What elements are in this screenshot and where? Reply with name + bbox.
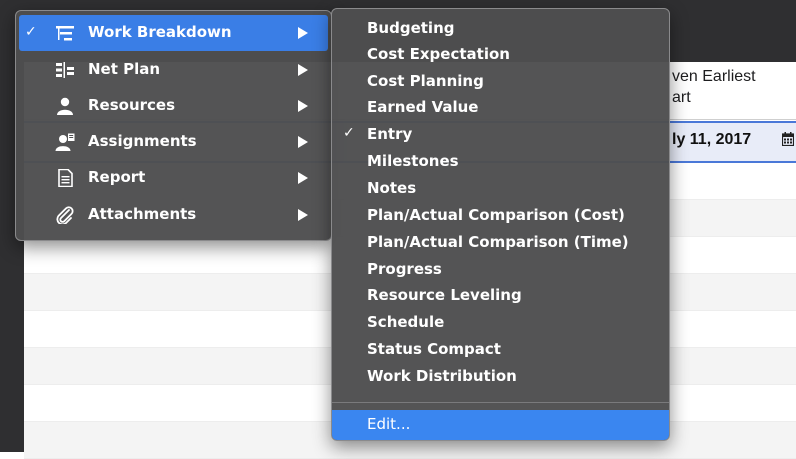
menu-item-net-plan[interactable]: Net Plan bbox=[19, 52, 328, 88]
menu-item-label: Attachments bbox=[88, 205, 197, 223]
submenu-item-label: Edit... bbox=[367, 415, 411, 433]
work-breakdown-submenu: Budgeting Cost Expectation Cost Planning… bbox=[331, 8, 670, 441]
assignment-person-icon bbox=[55, 133, 75, 151]
submenu-item-progress[interactable]: Progress bbox=[335, 257, 666, 283]
submenu-item-earned-value[interactable]: Earned Value bbox=[335, 95, 666, 121]
submenu-item-milestones[interactable]: Milestones bbox=[335, 149, 666, 175]
column-header-earliest-start[interactable]: ven Earliest art bbox=[672, 66, 796, 108]
submenu-item-label: Budgeting bbox=[367, 19, 455, 37]
menu-item-label: Report bbox=[88, 168, 146, 186]
work-breakdown-icon bbox=[56, 26, 74, 41]
submenu-item-plan-actual-time[interactable]: Plan/Actual Comparison (Time) bbox=[335, 230, 666, 256]
menu-item-resources[interactable]: Resources bbox=[19, 88, 328, 124]
submenu-item-label: Progress bbox=[367, 260, 442, 278]
submenu-item-entry[interactable]: ✓ Entry bbox=[335, 122, 666, 148]
submenu-item-label: Cost Expectation bbox=[367, 45, 510, 63]
checkmark-icon: ✓ bbox=[343, 125, 355, 141]
menu-item-label: Net Plan bbox=[88, 60, 161, 78]
submenu-item-label: Schedule bbox=[367, 313, 445, 331]
menu-item-label: Work Breakdown bbox=[88, 23, 232, 41]
submenu-item-label: Cost Planning bbox=[367, 72, 484, 90]
submenu-arrow-icon bbox=[298, 27, 308, 39]
paperclip-icon bbox=[56, 206, 74, 224]
checkmark-icon: ✓ bbox=[25, 24, 37, 40]
menu-item-label: Resources bbox=[88, 96, 176, 114]
submenu-item-label: Resource Leveling bbox=[367, 286, 522, 304]
submenu-item-label: Notes bbox=[367, 179, 417, 197]
submenu-item-label: Entry bbox=[367, 125, 413, 143]
menu-item-report[interactable]: Report bbox=[19, 160, 328, 196]
menu-item-attachments[interactable]: Attachments bbox=[19, 197, 328, 233]
view-menu: ✓ Work Breakdown Net Plan Resources Assi… bbox=[15, 10, 332, 241]
submenu-item-label: Work Distribution bbox=[367, 367, 517, 385]
calendar-icon[interactable] bbox=[782, 132, 794, 146]
submenu-item-cost-planning[interactable]: Cost Planning bbox=[335, 69, 666, 95]
submenu-item-cost-expectation[interactable]: Cost Expectation bbox=[335, 42, 666, 68]
menu-item-assignments[interactable]: Assignments bbox=[19, 124, 328, 160]
submenu-arrow-icon bbox=[298, 100, 308, 112]
submenu-item-plan-actual-cost[interactable]: Plan/Actual Comparison (Cost) bbox=[335, 203, 666, 229]
submenu-arrow-icon bbox=[298, 64, 308, 76]
submenu-item-resource-leveling[interactable]: Resource Leveling bbox=[335, 283, 666, 309]
menu-item-label: Assignments bbox=[88, 132, 197, 150]
submenu-arrow-icon bbox=[298, 136, 308, 148]
person-icon bbox=[57, 97, 73, 115]
net-plan-icon bbox=[56, 62, 74, 78]
submenu-arrow-icon bbox=[298, 209, 308, 221]
submenu-item-status-compact[interactable]: Status Compact bbox=[335, 337, 666, 363]
submenu-item-label: Earned Value bbox=[367, 98, 479, 116]
submenu-arrow-icon bbox=[298, 172, 308, 184]
menu-separator bbox=[332, 402, 669, 403]
submenu-item-schedule[interactable]: Schedule bbox=[335, 310, 666, 336]
date-cell[interactable]: ly 11, 2017 bbox=[672, 131, 751, 149]
submenu-item-label: Plan/Actual Comparison (Cost) bbox=[367, 206, 625, 224]
menu-item-work-breakdown[interactable]: ✓ Work Breakdown bbox=[19, 15, 328, 51]
submenu-item-budgeting[interactable]: Budgeting bbox=[335, 16, 666, 42]
submenu-item-work-distribution[interactable]: Work Distribution bbox=[335, 364, 666, 390]
document-icon bbox=[58, 169, 73, 187]
submenu-item-label: Plan/Actual Comparison (Time) bbox=[367, 233, 629, 251]
submenu-item-edit[interactable]: Edit... bbox=[332, 410, 669, 440]
submenu-item-label: Milestones bbox=[367, 152, 459, 170]
submenu-item-notes[interactable]: Notes bbox=[335, 176, 666, 202]
submenu-item-label: Status Compact bbox=[367, 340, 501, 358]
